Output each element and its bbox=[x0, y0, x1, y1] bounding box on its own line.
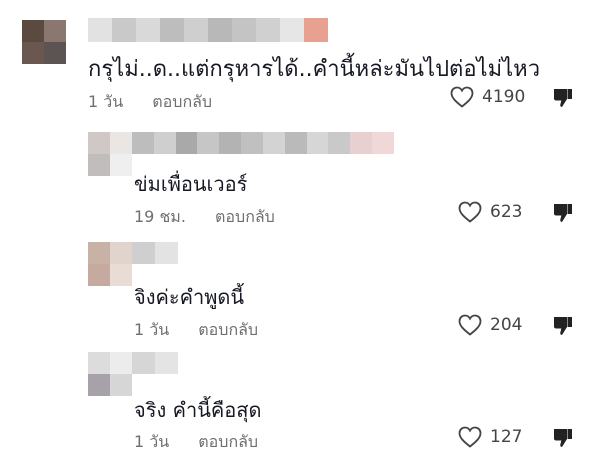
like-button[interactable]: 4190 bbox=[450, 86, 525, 108]
comment-time: 1 วัน bbox=[88, 92, 124, 111]
username-blur-block bbox=[132, 352, 155, 374]
username-blur-block bbox=[280, 18, 304, 42]
comment-text: จิงค่ะคำพูดนี้ bbox=[134, 285, 245, 309]
comment-meta: 19 ชม. ตอบกลับ bbox=[134, 205, 275, 230]
username-blur-block bbox=[132, 242, 155, 264]
avatar[interactable] bbox=[88, 132, 132, 176]
username-blur-block bbox=[241, 132, 263, 154]
reply-button[interactable]: ตอบกลับ bbox=[198, 320, 258, 339]
comment-text: จริง คำนี้คือสุด bbox=[134, 398, 262, 422]
username-blur-block bbox=[232, 18, 256, 42]
username-blur-block bbox=[256, 18, 280, 42]
avatar-pixel bbox=[110, 132, 132, 154]
comment-text: ข่มเพื่อนเวอร์ bbox=[134, 172, 248, 196]
comment-time: 1 วัน bbox=[134, 320, 170, 339]
like-button[interactable]: 204 bbox=[458, 314, 522, 336]
username-blur-block bbox=[153, 132, 176, 154]
avatar-pixel bbox=[22, 42, 44, 64]
username-blur-block bbox=[132, 132, 154, 154]
dislike-icon[interactable] bbox=[551, 201, 575, 225]
avatar-pixel bbox=[88, 242, 110, 264]
like-count: 204 bbox=[490, 315, 523, 335]
username-blur-block bbox=[372, 132, 394, 154]
username-blur-block bbox=[219, 132, 242, 154]
like-count: 127 bbox=[490, 427, 523, 447]
username-blur-block bbox=[184, 18, 208, 42]
comment-text: กรุไม่..ด..แต่กรุหารได้..คำนี้หล่ะมันไปต… bbox=[88, 57, 541, 82]
dislike-icon[interactable] bbox=[551, 426, 575, 450]
username-blur-block bbox=[175, 132, 198, 154]
username-blurred[interactable] bbox=[132, 132, 394, 154]
avatar-pixel bbox=[88, 264, 110, 286]
username-blurred[interactable] bbox=[88, 18, 328, 42]
username-blur-block bbox=[155, 352, 178, 374]
avatar[interactable] bbox=[88, 242, 132, 286]
heart-icon bbox=[458, 426, 482, 448]
comment-time: 19 ชม. bbox=[134, 207, 186, 226]
username-blurred[interactable] bbox=[132, 352, 178, 374]
avatar[interactable] bbox=[22, 20, 66, 64]
like-button[interactable]: 623 bbox=[458, 201, 522, 223]
username-blur-block bbox=[304, 18, 328, 42]
avatar-pixel bbox=[110, 264, 132, 286]
comment-meta: 1 วัน ตอบกลับ bbox=[88, 90, 212, 115]
username-blur-block bbox=[208, 18, 232, 42]
comment-meta: 1 วัน ตอบกลับ bbox=[134, 430, 258, 455]
comment-time: 1 วัน bbox=[134, 432, 170, 451]
username-blurred[interactable] bbox=[132, 242, 178, 264]
username-blur-block bbox=[328, 132, 351, 154]
username-blur-block bbox=[197, 132, 220, 154]
avatar-pixel bbox=[110, 352, 132, 374]
comment-meta: 1 วัน ตอบกลับ bbox=[134, 318, 258, 343]
avatar-pixel bbox=[110, 242, 132, 264]
dislike-icon[interactable] bbox=[551, 86, 575, 110]
avatar-pixel bbox=[88, 132, 110, 154]
avatar-pixel bbox=[88, 374, 110, 396]
avatar-pixel bbox=[44, 20, 66, 42]
username-blur-block bbox=[155, 242, 178, 264]
avatar-pixel bbox=[88, 154, 110, 176]
avatar-pixel bbox=[44, 42, 66, 64]
like-button[interactable]: 127 bbox=[458, 426, 522, 448]
username-blur-block bbox=[136, 18, 160, 42]
avatar-pixel bbox=[22, 20, 44, 42]
like-count: 4190 bbox=[482, 87, 526, 107]
like-count: 623 bbox=[490, 202, 523, 222]
reply-button[interactable]: ตอบกลับ bbox=[152, 92, 212, 111]
username-blur-block bbox=[88, 18, 112, 42]
username-blur-block bbox=[112, 18, 136, 42]
avatar-pixel bbox=[88, 352, 110, 374]
heart-icon bbox=[458, 201, 482, 223]
username-blur-block bbox=[160, 18, 184, 42]
username-blur-block bbox=[284, 132, 307, 154]
heart-icon bbox=[458, 314, 482, 336]
username-blur-block bbox=[306, 132, 329, 154]
reply-button[interactable]: ตอบกลับ bbox=[215, 207, 275, 226]
username-blur-block bbox=[350, 132, 373, 154]
reply-button[interactable]: ตอบกลับ bbox=[198, 432, 258, 451]
avatar[interactable] bbox=[88, 352, 132, 396]
avatar-pixel bbox=[110, 374, 132, 396]
heart-icon bbox=[450, 86, 474, 108]
dislike-icon[interactable] bbox=[551, 314, 575, 338]
username-blur-block bbox=[262, 132, 285, 154]
avatar-pixel bbox=[110, 154, 132, 176]
